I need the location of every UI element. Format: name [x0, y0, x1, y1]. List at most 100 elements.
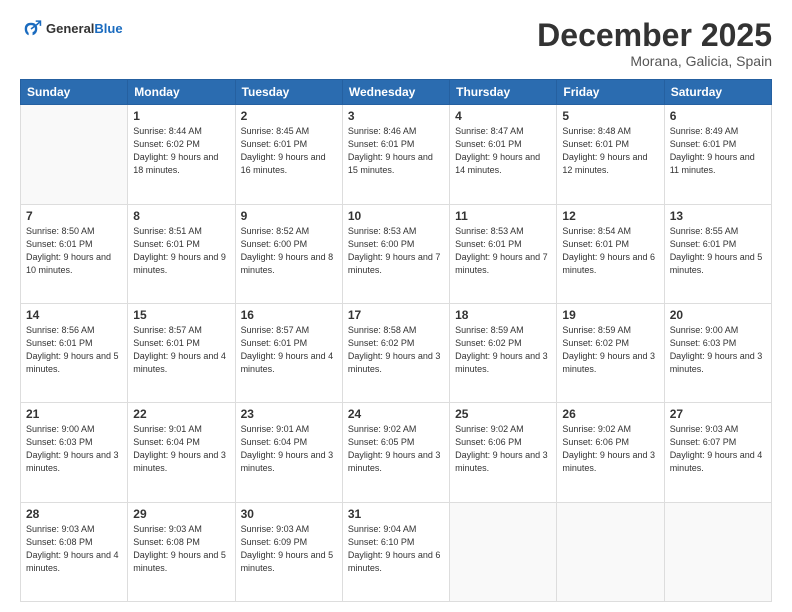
day-number: 16	[241, 308, 337, 322]
weekday-header-thursday: Thursday	[450, 80, 557, 105]
day-number: 1	[133, 109, 229, 123]
day-number: 18	[455, 308, 551, 322]
calendar-cell: 23 Sunrise: 9:01 AM Sunset: 6:04 PM Dayli…	[235, 403, 342, 502]
calendar-cell: 15Sunrise: 8:57 AM Sunset: 6:01 PM Dayli…	[128, 303, 235, 402]
day-info: Sunrise: 9:01 AM Sunset: 6:04 PM Dayligh…	[241, 423, 337, 475]
day-info: Sunrise: 9:03 AM Sunset: 6:08 PM Dayligh…	[133, 523, 229, 575]
day-number: 28	[26, 507, 122, 521]
day-number: 2	[241, 109, 337, 123]
logo-text: GeneralBlue	[46, 21, 123, 37]
calendar-cell: 11Sunrise: 8:53 AM Sunset: 6:01 PM Dayli…	[450, 204, 557, 303]
calendar-cell	[664, 502, 771, 601]
day-number: 25	[455, 407, 551, 421]
calendar-cell: 21Sunrise: 9:00 AM Sunset: 6:03 PM Dayli…	[21, 403, 128, 502]
day-info: Sunrise: 9:02 AM Sunset: 6:06 PM Dayligh…	[455, 423, 551, 475]
calendar-header-row: SundayMondayTuesdayWednesdayThursdayFrid…	[21, 80, 772, 105]
calendar-cell	[557, 502, 664, 601]
day-info: Sunrise: 8:53 AM Sunset: 6:00 PM Dayligh…	[348, 225, 444, 277]
day-info: Sunrise: 8:48 AM Sunset: 6:01 PM Dayligh…	[562, 125, 658, 177]
calendar-cell: 24 Sunrise: 9:02 AM Sunset: 6:05 PM Dayli…	[342, 403, 449, 502]
day-info: Sunrise: 9:02 AM Sunset: 6:05 PM Dayligh…	[348, 423, 444, 475]
day-info: Sunrise: 9:04 AM Sunset: 6:10 PM Dayligh…	[348, 523, 444, 575]
day-number: 19	[562, 308, 658, 322]
month-title: December 2025	[537, 18, 772, 53]
day-number: 7	[26, 209, 122, 223]
calendar-cell: 2 Sunrise: 8:45 AM Sunset: 6:01 PM Daylig…	[235, 105, 342, 204]
day-info: Sunrise: 8:57 AM Sunset: 6:01 PM Dayligh…	[241, 324, 337, 376]
day-info: Sunrise: 8:44 AM Sunset: 6:02 PM Dayligh…	[133, 125, 229, 177]
day-info: Sunrise: 8:59 AM Sunset: 6:02 PM Dayligh…	[455, 324, 551, 376]
day-info: Sunrise: 8:47 AM Sunset: 6:01 PM Dayligh…	[455, 125, 551, 177]
weekday-header-saturday: Saturday	[664, 80, 771, 105]
day-number: 13	[670, 209, 766, 223]
day-info: Sunrise: 9:03 AM Sunset: 6:08 PM Dayligh…	[26, 523, 122, 575]
day-number: 17	[348, 308, 444, 322]
week-row-2: 7 Sunrise: 8:50 AM Sunset: 6:01 PM Daylig…	[21, 204, 772, 303]
day-number: 8	[133, 209, 229, 223]
calendar-cell: 28 Sunrise: 9:03 AM Sunset: 6:08 PM Dayli…	[21, 502, 128, 601]
logo-icon	[20, 18, 42, 40]
calendar-cell: 22Sunrise: 9:01 AM Sunset: 6:04 PM Dayli…	[128, 403, 235, 502]
day-info: Sunrise: 8:55 AM Sunset: 6:01 PM Dayligh…	[670, 225, 766, 277]
day-number: 12	[562, 209, 658, 223]
day-info: Sunrise: 9:03 AM Sunset: 6:07 PM Dayligh…	[670, 423, 766, 475]
day-info: Sunrise: 9:00 AM Sunset: 6:03 PM Dayligh…	[26, 423, 122, 475]
day-info: Sunrise: 8:53 AM Sunset: 6:01 PM Dayligh…	[455, 225, 551, 277]
day-info: Sunrise: 8:46 AM Sunset: 6:01 PM Dayligh…	[348, 125, 444, 177]
day-number: 24	[348, 407, 444, 421]
day-info: Sunrise: 8:50 AM Sunset: 6:01 PM Dayligh…	[26, 225, 122, 277]
day-info: Sunrise: 9:00 AM Sunset: 6:03 PM Dayligh…	[670, 324, 766, 376]
logo: GeneralBlue	[20, 18, 123, 40]
day-info: Sunrise: 8:51 AM Sunset: 6:01 PM Dayligh…	[133, 225, 229, 277]
calendar-cell: 27 Sunrise: 9:03 AM Sunset: 6:07 PM Dayli…	[664, 403, 771, 502]
calendar-cell: 1 Sunrise: 8:44 AM Sunset: 6:02 PM Daylig…	[128, 105, 235, 204]
weekday-header-wednesday: Wednesday	[342, 80, 449, 105]
day-info: Sunrise: 9:01 AM Sunset: 6:04 PM Dayligh…	[133, 423, 229, 475]
calendar-cell: 19 Sunrise: 8:59 AM Sunset: 6:02 PM Dayli…	[557, 303, 664, 402]
weekday-header-tuesday: Tuesday	[235, 80, 342, 105]
weekday-header-friday: Friday	[557, 80, 664, 105]
day-number: 10	[348, 209, 444, 223]
day-number: 29	[133, 507, 229, 521]
title-block: December 2025 Morana, Galicia, Spain	[537, 18, 772, 69]
calendar-cell: 25 Sunrise: 9:02 AM Sunset: 6:06 PM Dayli…	[450, 403, 557, 502]
calendar-cell: 7 Sunrise: 8:50 AM Sunset: 6:01 PM Daylig…	[21, 204, 128, 303]
day-number: 6	[670, 109, 766, 123]
weekday-header-monday: Monday	[128, 80, 235, 105]
calendar-cell: 8 Sunrise: 8:51 AM Sunset: 6:01 PM Daylig…	[128, 204, 235, 303]
day-number: 20	[670, 308, 766, 322]
day-info: Sunrise: 9:03 AM Sunset: 6:09 PM Dayligh…	[241, 523, 337, 575]
calendar-cell: 26Sunrise: 9:02 AM Sunset: 6:06 PM Dayli…	[557, 403, 664, 502]
page: GeneralBlue December 2025 Morana, Galici…	[0, 0, 792, 612]
calendar-cell: 31 Sunrise: 9:04 AM Sunset: 6:10 PM Dayli…	[342, 502, 449, 601]
day-info: Sunrise: 9:02 AM Sunset: 6:06 PM Dayligh…	[562, 423, 658, 475]
location: Morana, Galicia, Spain	[537, 53, 772, 69]
day-number: 27	[670, 407, 766, 421]
calendar-cell: 5 Sunrise: 8:48 AM Sunset: 6:01 PM Daylig…	[557, 105, 664, 204]
day-info: Sunrise: 8:54 AM Sunset: 6:01 PM Dayligh…	[562, 225, 658, 277]
calendar-cell: 18 Sunrise: 8:59 AM Sunset: 6:02 PM Dayli…	[450, 303, 557, 402]
calendar-cell: 6Sunrise: 8:49 AM Sunset: 6:01 PM Daylig…	[664, 105, 771, 204]
calendar-cell: 17Sunrise: 8:58 AM Sunset: 6:02 PM Dayli…	[342, 303, 449, 402]
day-number: 31	[348, 507, 444, 521]
calendar-cell: 14Sunrise: 8:56 AM Sunset: 6:01 PM Dayli…	[21, 303, 128, 402]
calendar-cell	[21, 105, 128, 204]
day-number: 23	[241, 407, 337, 421]
day-number: 3	[348, 109, 444, 123]
calendar-cell: 13 Sunrise: 8:55 AM Sunset: 6:01 PM Dayli…	[664, 204, 771, 303]
day-info: Sunrise: 8:52 AM Sunset: 6:00 PM Dayligh…	[241, 225, 337, 277]
day-number: 15	[133, 308, 229, 322]
day-number: 14	[26, 308, 122, 322]
calendar-cell: 29 Sunrise: 9:03 AM Sunset: 6:08 PM Dayli…	[128, 502, 235, 601]
calendar-cell: 30Sunrise: 9:03 AM Sunset: 6:09 PM Dayli…	[235, 502, 342, 601]
calendar-cell: 12 Sunrise: 8:54 AM Sunset: 6:01 PM Dayli…	[557, 204, 664, 303]
calendar-table: SundayMondayTuesdayWednesdayThursdayFrid…	[20, 79, 772, 602]
day-info: Sunrise: 8:45 AM Sunset: 6:01 PM Dayligh…	[241, 125, 337, 177]
calendar-cell: 4 Sunrise: 8:47 AM Sunset: 6:01 PM Daylig…	[450, 105, 557, 204]
day-info: Sunrise: 8:59 AM Sunset: 6:02 PM Dayligh…	[562, 324, 658, 376]
logo-general: General	[46, 21, 94, 36]
day-number: 5	[562, 109, 658, 123]
calendar-cell: 9Sunrise: 8:52 AM Sunset: 6:00 PM Daylig…	[235, 204, 342, 303]
day-number: 4	[455, 109, 551, 123]
calendar-cell: 16 Sunrise: 8:57 AM Sunset: 6:01 PM Dayli…	[235, 303, 342, 402]
